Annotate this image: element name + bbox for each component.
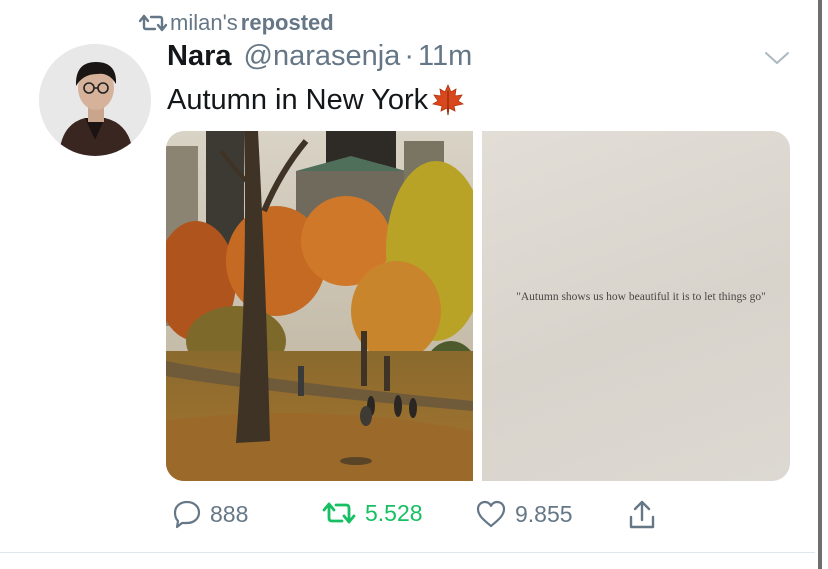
like-button[interactable]: 9.855 xyxy=(475,499,573,529)
user-handle[interactable]: @narasenja xyxy=(244,40,401,73)
tweet-text: Autumn in New York xyxy=(167,83,465,117)
retweet-icon xyxy=(322,502,356,524)
chevron-down-icon[interactable] xyxy=(764,50,790,66)
repost-context: milan's reposted xyxy=(138,10,334,36)
tweet-actions: 888 5.528 9.855 xyxy=(0,499,828,535)
retweet-icon xyxy=(138,14,168,32)
heart-icon xyxy=(476,500,506,528)
like-count: 9.855 xyxy=(515,500,573,527)
reply-icon xyxy=(173,500,201,529)
tweet-header: Nara @narasenja · 11m xyxy=(167,40,472,73)
display-name[interactable]: Nara xyxy=(167,40,232,73)
share-icon xyxy=(629,500,655,529)
retweet-count: 5.528 xyxy=(365,499,423,526)
maple-leaf-icon xyxy=(432,83,465,116)
timestamp[interactable]: 11m xyxy=(418,40,472,73)
reply-button[interactable]: 888 xyxy=(172,499,248,529)
quote-image[interactable]: "Autumn shows us how beautiful it is to … xyxy=(482,131,790,481)
tweet-body: Autumn in New York xyxy=(167,83,429,116)
central-park-autumn-photo[interactable] xyxy=(166,131,473,481)
avatar[interactable] xyxy=(39,44,151,156)
media-divider xyxy=(473,131,482,481)
separator-dot: · xyxy=(404,40,414,72)
share-button[interactable] xyxy=(627,499,665,531)
retweet-button[interactable]: 5.528 xyxy=(321,499,423,527)
tweet-separator xyxy=(0,552,815,553)
reply-count: 888 xyxy=(210,500,249,527)
repost-user[interactable]: milan's xyxy=(170,10,238,36)
quote-text: "Autumn shows us how beautiful it is to … xyxy=(516,291,766,303)
media-grid[interactable]: "Autumn shows us how beautiful it is to … xyxy=(166,131,790,481)
repost-action: reposted xyxy=(240,10,334,35)
scrollbar[interactable] xyxy=(818,0,822,569)
